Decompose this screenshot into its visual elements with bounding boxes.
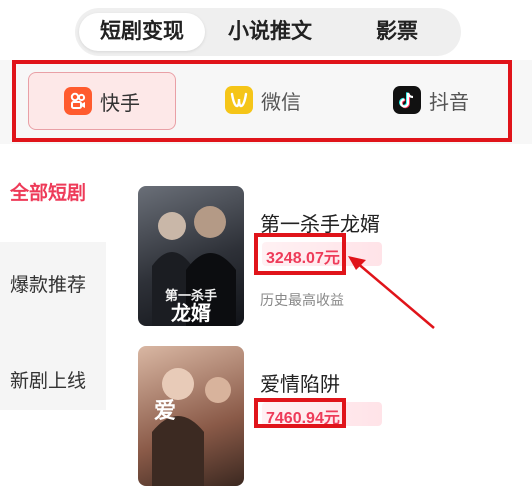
platform-label: 微信 [261,91,301,114]
kuaishou-icon [64,87,92,115]
sidebar-item-new-releases[interactable]: 新剧上线 [0,352,106,412]
poster-title-text: 第一杀手 [165,288,217,303]
drama-card[interactable]: 爱 爱情陷阱 7460.94元 [138,346,518,486]
drama-earnings: 3248.07元 [266,250,340,267]
poster-title-text: 爱 [154,398,176,423]
douyin-icon [393,86,421,114]
tab-movie-tickets[interactable]: 影票 [339,13,455,51]
earnings-hint: 历史最高收益 [260,292,344,308]
platform-douyin[interactable]: 抖音 [358,72,504,128]
drama-earnings: 7460.94元 [266,410,340,427]
platform-weixin[interactable]: 微信 [190,72,336,128]
platform-label: 快手 [100,92,140,115]
sidebar-item-all-dramas[interactable]: 全部短剧 [0,146,106,242]
weixin-icon [225,86,253,114]
tab-short-drama[interactable]: 短剧变现 [79,13,205,51]
drama-poster: 爱 [138,346,244,486]
sidebar-item-hot-picks[interactable]: 爆款推荐 [0,256,106,316]
platform-label: 抖音 [429,91,469,114]
svg-text:龙婿: 龙婿 [171,301,211,325]
drama-title: 第一杀手龙婿 [260,214,380,236]
drama-poster: 第一杀手 龙婿 [138,186,244,326]
tab-novel-promo[interactable]: 小说推文 [205,13,335,51]
drama-card[interactable]: 第一杀手 龙婿 第一杀手龙婿 3248.07元 历史最高收益 [138,186,518,326]
platform-selector: 快手 微信 抖音 [0,60,532,144]
category-sidebar: 全部短剧 爆款推荐 新剧上线 [0,146,106,410]
top-tab-bar: 短剧变现 小说推文 影票 [75,8,461,56]
drama-title: 爱情陷阱 [260,374,340,396]
platform-kuaishou[interactable]: 快手 [28,72,176,130]
